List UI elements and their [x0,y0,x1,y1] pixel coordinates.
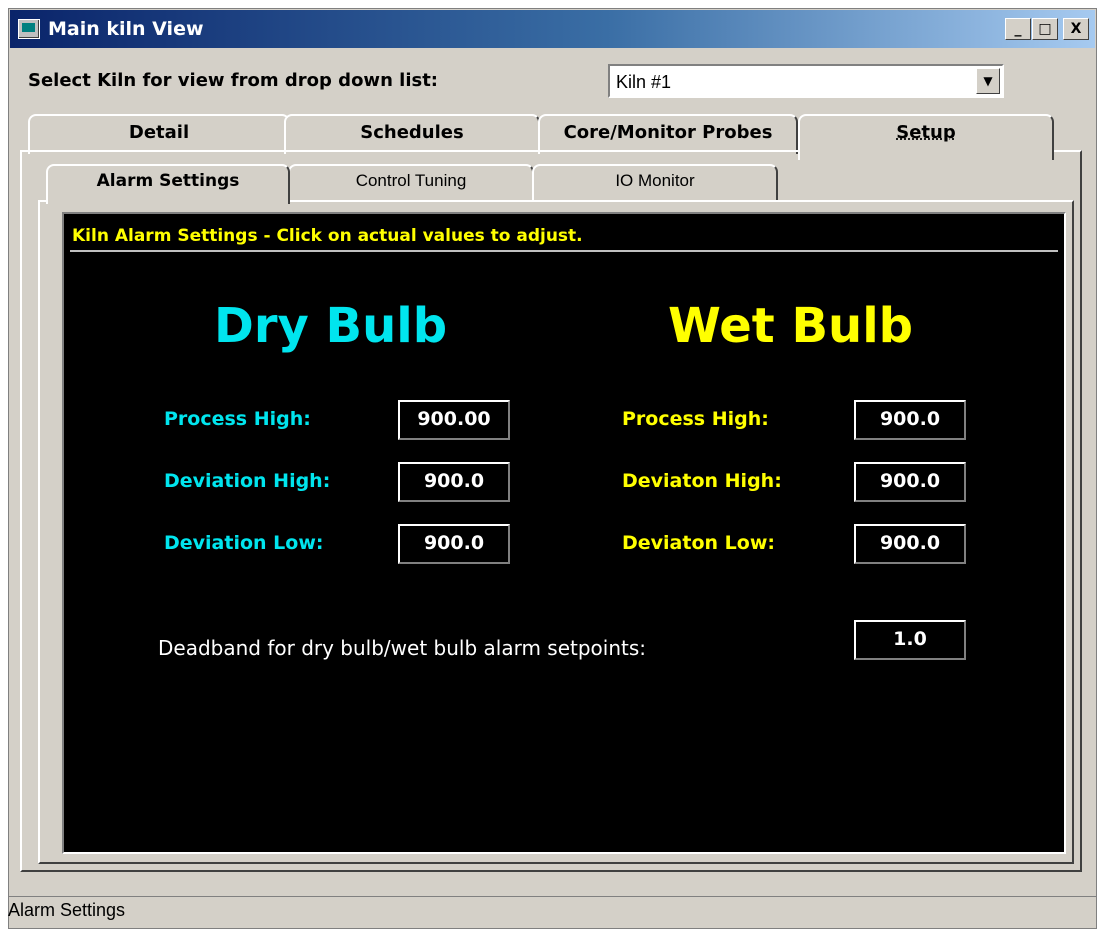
deadband-value[interactable]: 1.0 [854,620,966,660]
kiln-select-value: Kiln #1 [616,72,672,92]
dry-deviation-low-label: Deviation Low: [164,532,324,554]
status-text: Alarm Settings [8,900,126,920]
kiln-select-label: Select Kiln for view from drop down list… [28,70,439,91]
tab-schedules[interactable]: Schedules [284,114,540,154]
title-bar[interactable]: Main kiln View _ □ X [10,10,1095,48]
minimize-button[interactable]: _ [1005,18,1031,40]
status-bar [8,896,1097,926]
maximize-button[interactable]: □ [1032,18,1058,40]
dry-bulb-title: Dry Bulb [214,298,448,354]
wet-bulb-title: Wet Bulb [668,298,914,354]
dry-deviation-high-label: Deviation High: [164,470,331,492]
tab-io-monitor[interactable]: IO Monitor [532,164,778,200]
wet-deviation-low-value[interactable]: 900.0 [854,524,966,564]
wet-deviation-high-label: Deviaton High: [622,470,782,492]
wet-process-high-value[interactable]: 900.0 [854,400,966,440]
dropdown-arrow-icon[interactable]: ▼ [976,68,1000,94]
window-title: Main kiln View [48,18,204,40]
alarm-settings-header: Kiln Alarm Settings - Click on actual va… [72,226,583,246]
tab-setup[interactable]: Setup [798,114,1054,160]
dry-deviation-low-value[interactable]: 900.0 [398,524,510,564]
dry-process-high-label: Process High: [164,408,311,430]
header-divider [70,250,1058,252]
wet-deviation-low-label: Deviaton Low: [622,532,775,554]
app-icon [18,19,40,39]
tab-detail[interactable]: Detail [28,114,290,154]
dry-deviation-high-value[interactable]: 900.0 [398,462,510,502]
tab-core-monitor-probes[interactable]: Core/Monitor Probes [538,114,798,154]
close-button[interactable]: X [1063,18,1089,40]
wet-deviation-high-value[interactable]: 900.0 [854,462,966,502]
tab-control-tuning[interactable]: Control Tuning [288,164,534,200]
dry-process-high-value[interactable]: 900.00 [398,400,510,440]
wet-process-high-label: Process High: [622,408,769,430]
deadband-label: Deadband for dry bulb/wet bulb alarm set… [158,636,647,660]
kiln-select-dropdown[interactable]: Kiln #1 ▼ [608,64,1004,98]
alarm-settings-screen: Kiln Alarm Settings - Click on actual va… [62,212,1066,854]
tab-alarm-settings[interactable]: Alarm Settings [46,164,290,204]
